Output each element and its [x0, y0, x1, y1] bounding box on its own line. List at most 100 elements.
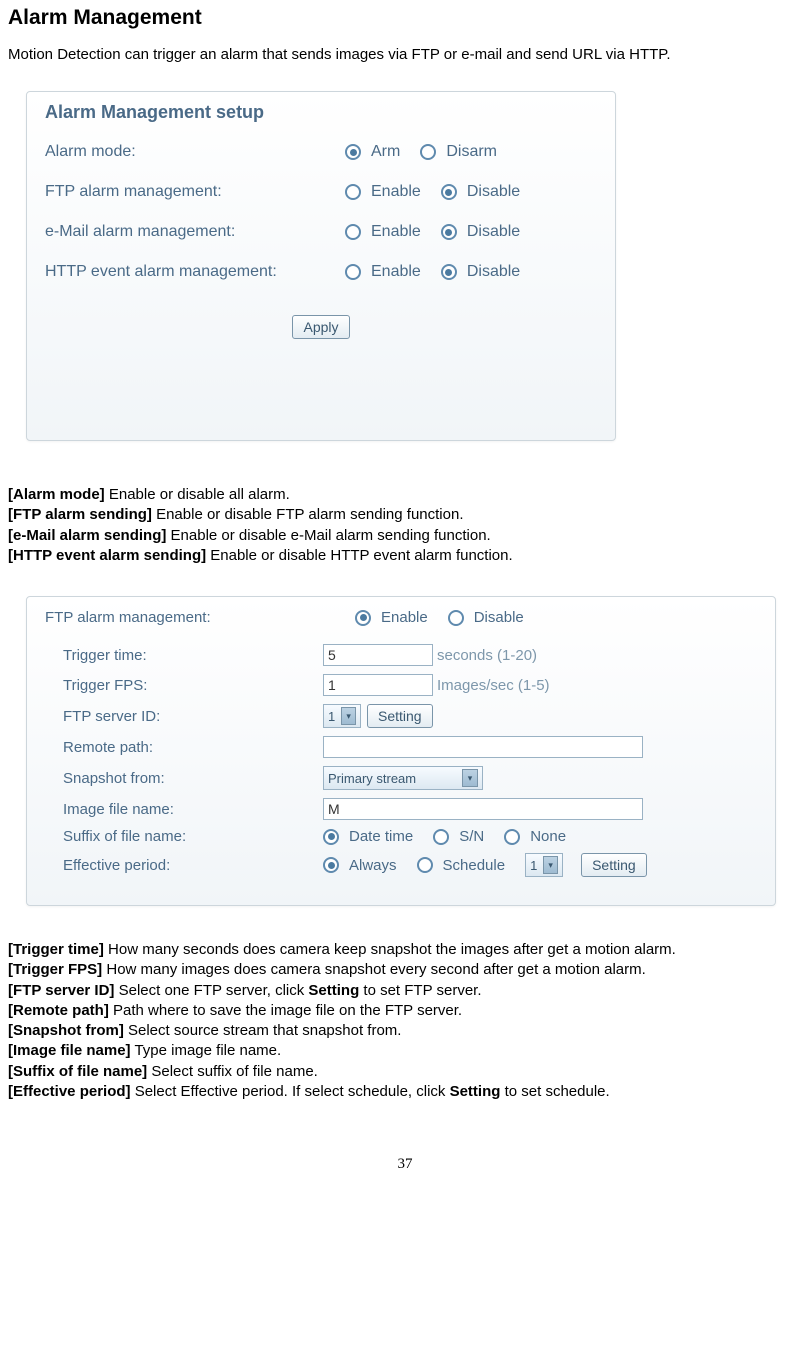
- radio-arm[interactable]: [345, 144, 361, 160]
- def-remote-path-term: [Remote path]: [8, 1002, 109, 1019]
- radio-ftp-enable[interactable]: [345, 184, 361, 200]
- radio-email-disable[interactable]: [441, 224, 457, 240]
- page-number: 37: [8, 1156, 802, 1173]
- def-trigger-fps-desc: How many images does camera snapshot eve…: [102, 961, 646, 978]
- input-image-file-name[interactable]: [323, 798, 643, 820]
- select-ftp-server-id[interactable]: 1 ▾: [323, 704, 361, 728]
- definitions-2: [Trigger time] How many seconds does cam…: [8, 940, 802, 1102]
- def-email-term: [e-Mail alarm sending]: [8, 527, 166, 544]
- apply-button[interactable]: Apply: [292, 315, 349, 339]
- select-schedule-id[interactable]: 1 ▾: [525, 853, 563, 877]
- radio-effective-schedule[interactable]: [417, 857, 433, 873]
- def-image-file-name-desc: Type image file name.: [131, 1042, 282, 1059]
- def-effective-period-pre: Select Effective period. If select sched…: [131, 1083, 450, 1100]
- row-remote-path: Remote path:: [63, 736, 757, 758]
- def-image-file-name-term: [Image file name]: [8, 1042, 131, 1059]
- def-ftp-server-bold: Setting: [308, 982, 359, 999]
- row-ftp-server-id: FTP server ID: 1 ▾ Setting: [63, 704, 757, 728]
- row-trigger-fps: Trigger FPS: Images/sec (1-5): [63, 674, 757, 696]
- radio-suffix-datetime-label: Date time: [349, 828, 413, 845]
- label-suffix: Suffix of file name:: [63, 828, 323, 845]
- def-suffix-desc: Select suffix of file name.: [147, 1063, 318, 1080]
- row-snapshot-from: Snapshot from: Primary stream ▾: [63, 766, 757, 790]
- radio-ftp-disable[interactable]: [441, 184, 457, 200]
- radio-effective-always-label: Always: [349, 857, 397, 874]
- label-image-file-name: Image file name:: [63, 801, 323, 818]
- row-http-alarm: HTTP event alarm management: Enable Disa…: [45, 263, 597, 281]
- def-remote-path-desc: Path where to save the image file on the…: [109, 1002, 462, 1019]
- radio-email-enable[interactable]: [345, 224, 361, 240]
- input-trigger-time[interactable]: [323, 644, 433, 666]
- chevron-down-icon: ▾: [543, 856, 558, 874]
- def-alarm-mode-desc: Enable or disable all alarm.: [105, 486, 290, 503]
- radio-suffix-datetime[interactable]: [323, 829, 339, 845]
- ftp-alarm-panel: FTP alarm management: Enable Disable Tri…: [26, 596, 776, 906]
- schedule-setting-button[interactable]: Setting: [581, 853, 647, 877]
- label-trigger-time: Trigger time:: [63, 647, 323, 664]
- radio-http-disable[interactable]: [441, 264, 457, 280]
- radio-http-disable-label: Disable: [467, 263, 520, 281]
- radio-ftp-disable-label: Disable: [467, 183, 520, 201]
- radio-disarm[interactable]: [420, 144, 436, 160]
- label-effective-period: Effective period:: [63, 857, 323, 874]
- radio-suffix-sn[interactable]: [433, 829, 449, 845]
- radio-effective-always[interactable]: [323, 857, 339, 873]
- alarm-setup-panel: Alarm Management setup Alarm mode: Arm D…: [26, 91, 616, 441]
- row-effective-period: Effective period: Always Schedule 1 ▾ Se…: [63, 853, 757, 877]
- input-trigger-fps[interactable]: [323, 674, 433, 696]
- radio-http-enable[interactable]: [345, 264, 361, 280]
- radio-suffix-none-label: None: [530, 828, 566, 845]
- radio-ftp2-enable-label: Enable: [381, 609, 428, 626]
- definitions-1: [Alarm mode] Enable or disable all alarm…: [8, 485, 802, 566]
- radio-arm-label: Arm: [371, 143, 400, 161]
- radio-ftp2-enable[interactable]: [355, 610, 371, 626]
- label-http-alarm: HTTP event alarm management:: [45, 263, 345, 281]
- radio-email-enable-label: Enable: [371, 223, 421, 241]
- def-effective-period-term: [Effective period]: [8, 1083, 131, 1100]
- label-ftp-server-id: FTP server ID:: [63, 708, 323, 725]
- row-trigger-time: Trigger time: seconds (1-20): [63, 644, 757, 666]
- def-ftp-server-post: to set FTP server.: [359, 982, 481, 999]
- radio-ftp2-disable-label: Disable: [474, 609, 524, 626]
- def-ftp-server-pre: Select one FTP server, click: [114, 982, 308, 999]
- page-title: Alarm Management: [8, 6, 802, 30]
- radio-http-enable-label: Enable: [371, 263, 421, 281]
- def-effective-period-post: to set schedule.: [500, 1083, 609, 1100]
- def-snapshot-from-term: [Snapshot from]: [8, 1022, 124, 1039]
- row-email-alarm: e-Mail alarm management: Enable Disable: [45, 223, 597, 241]
- def-http-desc: Enable or disable HTTP event alarm funct…: [206, 547, 513, 564]
- def-snapshot-from-desc: Select source stream that snapshot from.: [124, 1022, 402, 1039]
- row-ftp-alarm-mgmt: FTP alarm management: Enable Disable: [45, 609, 757, 626]
- label-snapshot-from: Snapshot from:: [63, 770, 323, 787]
- def-trigger-time-desc: How many seconds does camera keep snapsh…: [104, 941, 676, 958]
- row-image-file-name: Image file name:: [63, 798, 757, 820]
- radio-disarm-label: Disarm: [446, 143, 497, 161]
- intro-text: Motion Detection can trigger an alarm th…: [8, 46, 802, 63]
- radio-suffix-sn-label: S/N: [459, 828, 484, 845]
- chevron-down-icon: ▾: [341, 707, 356, 725]
- select-ftp-server-id-value: 1: [328, 709, 335, 724]
- def-ftp-term: [FTP alarm sending]: [8, 506, 152, 523]
- hint-trigger-fps: Images/sec (1-5): [437, 677, 550, 694]
- radio-email-disable-label: Disable: [467, 223, 520, 241]
- def-suffix-term: [Suffix of file name]: [8, 1063, 147, 1080]
- select-snapshot-from[interactable]: Primary stream ▾: [323, 766, 483, 790]
- label-trigger-fps: Trigger FPS:: [63, 677, 323, 694]
- label-email-alarm: e-Mail alarm management:: [45, 223, 345, 241]
- label-ftp-alarm-mgmt: FTP alarm management:: [45, 609, 355, 626]
- chevron-down-icon: ▾: [462, 769, 478, 787]
- def-email-desc: Enable or disable e-Mail alarm sending f…: [166, 527, 490, 544]
- label-ftp-alarm: FTP alarm management:: [45, 183, 345, 201]
- radio-effective-schedule-label: Schedule: [443, 857, 506, 874]
- hint-trigger-time: seconds (1-20): [437, 647, 537, 664]
- def-ftp-desc: Enable or disable FTP alarm sending func…: [152, 506, 464, 523]
- def-alarm-mode-term: [Alarm mode]: [8, 486, 105, 503]
- label-alarm-mode: Alarm mode:: [45, 143, 345, 161]
- radio-suffix-none[interactable]: [504, 829, 520, 845]
- def-trigger-fps-term: [Trigger FPS]: [8, 961, 102, 978]
- def-trigger-time-term: [Trigger time]: [8, 941, 104, 958]
- label-remote-path: Remote path:: [63, 739, 323, 756]
- input-remote-path[interactable]: [323, 736, 643, 758]
- radio-ftp2-disable[interactable]: [448, 610, 464, 626]
- ftp-setting-button[interactable]: Setting: [367, 704, 433, 728]
